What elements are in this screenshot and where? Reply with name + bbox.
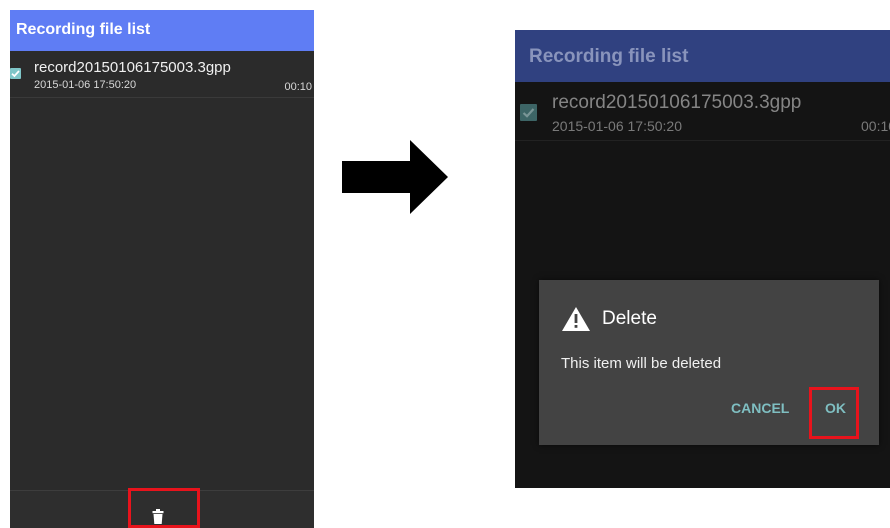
- checkbox-checked-icon: [520, 104, 537, 121]
- warning-icon: [562, 307, 590, 331]
- app-bar: Recording file list: [515, 30, 890, 82]
- app-title: Recording file list: [529, 46, 689, 67]
- checkbox-checked-icon[interactable]: [10, 68, 21, 79]
- app-title: Recording file list: [16, 21, 151, 38]
- dialog-title: Delete: [602, 308, 657, 329]
- file-name: record20150106175003.3gpp: [34, 59, 231, 76]
- file-duration: 00:10: [284, 81, 312, 93]
- recording-list-item: record20150106175003.3gpp 2015-01-06 17:…: [515, 82, 890, 141]
- cancel-button[interactable]: CANCEL: [731, 400, 789, 416]
- file-date: 2015-01-06 17:50:20: [34, 79, 137, 91]
- app-bar: Recording file list: [10, 10, 314, 51]
- dialog-message: This item will be deleted: [561, 355, 722, 372]
- file-name: record20150106175003.3gpp: [552, 92, 802, 113]
- file-duration: 00:10: [861, 118, 890, 134]
- delete-button-highlight: [128, 488, 200, 528]
- left-screen: Recording file list record20150106175003…: [10, 10, 314, 528]
- recording-list-item[interactable]: record20150106175003.3gpp 2015-01-06 17:…: [10, 51, 314, 98]
- ok-button-highlight: [809, 387, 859, 439]
- arrow-right-icon: [342, 140, 448, 214]
- file-date: 2015-01-06 17:50:20: [552, 118, 682, 134]
